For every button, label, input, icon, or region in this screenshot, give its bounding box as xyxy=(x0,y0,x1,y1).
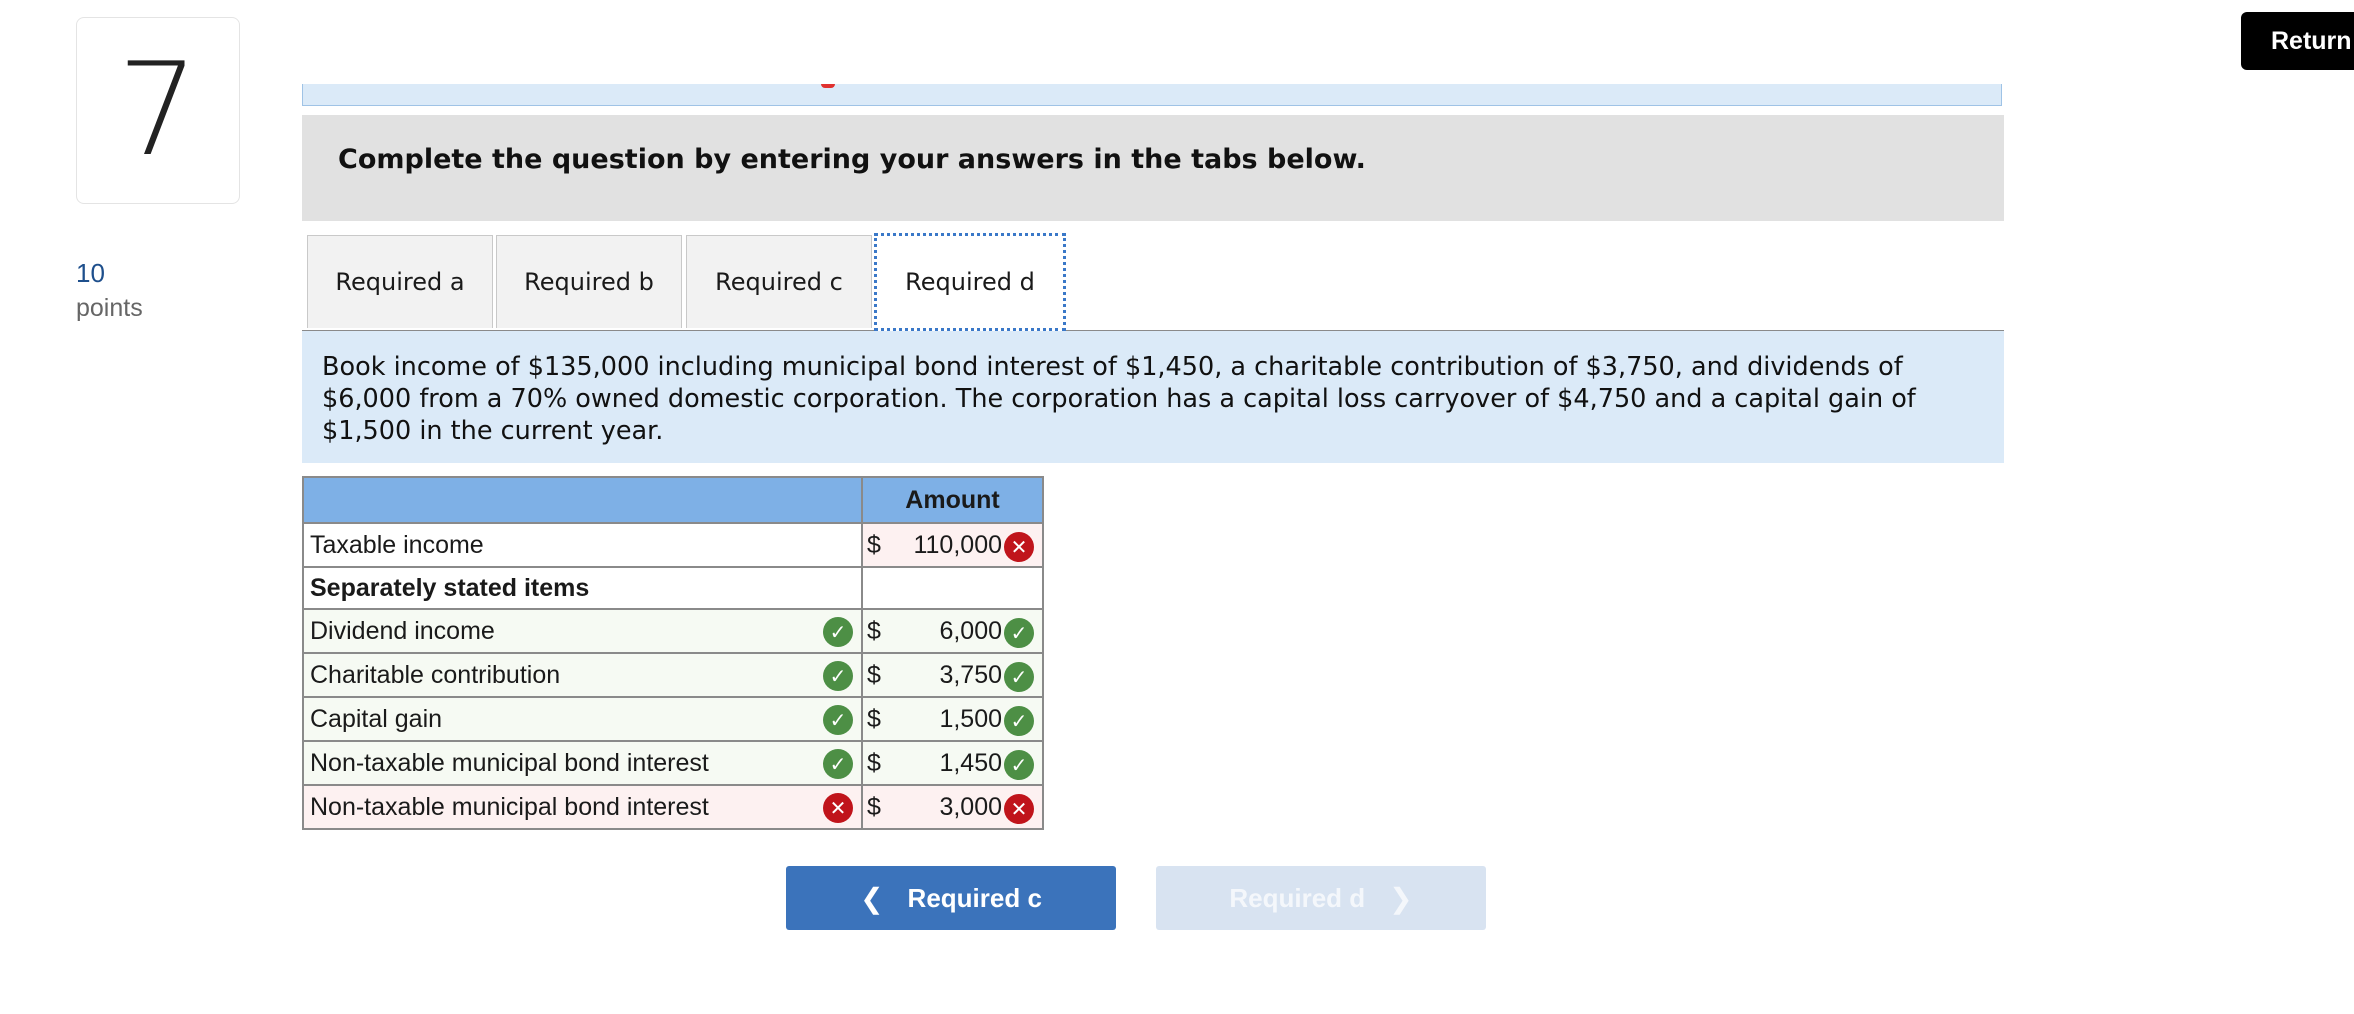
amount-column-header: Amount xyxy=(861,476,1044,524)
status-mark xyxy=(821,84,835,88)
correct-icon: ✓ xyxy=(1004,662,1034,692)
correct-icon: ✓ xyxy=(1004,750,1034,780)
item-label: Capital gain xyxy=(310,704,443,733)
correct-icon: ✓ xyxy=(1004,706,1034,736)
currency-symbol: $ xyxy=(867,616,881,645)
correct-icon: ✓ xyxy=(823,705,853,735)
amount-value: 3,750 xyxy=(939,660,1002,689)
currency-symbol: $ xyxy=(867,660,881,689)
item-amount-input[interactable]: $ 6,000 ✓ xyxy=(861,608,1044,654)
question-number-box: 7 xyxy=(76,17,240,204)
next-required-button[interactable]: Required d ❯ xyxy=(1156,866,1486,930)
amount-value: 1,450 xyxy=(939,748,1002,777)
question-number: 7 xyxy=(117,35,199,185)
chevron-left-icon: ❮ xyxy=(860,882,884,914)
currency-symbol: $ xyxy=(867,530,881,559)
correct-icon: ✓ xyxy=(823,749,853,779)
next-button-label: Required d xyxy=(1229,882,1366,913)
problem-description: Book income of $135,000 including munici… xyxy=(302,331,2004,463)
incorrect-icon: ✕ xyxy=(1004,532,1034,562)
item-label-dropdown[interactable]: Dividend income ✓ xyxy=(302,608,863,654)
currency-symbol: $ xyxy=(867,748,881,777)
answer-table: Amount Taxable income $ 110,000 ✕ Separa… xyxy=(302,476,1044,830)
item-label: Non-taxable municipal bond interest xyxy=(310,748,709,777)
item-label: Non-taxable municipal bond interest xyxy=(310,792,709,821)
item-amount-input[interactable]: $ 1,500 ✓ xyxy=(861,696,1044,742)
currency-symbol: $ xyxy=(867,792,881,821)
section-header: Separately stated items xyxy=(302,566,863,610)
item-label-dropdown[interactable]: Non-taxable municipal bond interest ✕ xyxy=(302,784,863,830)
correct-icon: ✓ xyxy=(823,617,853,647)
item-label: Dividend income xyxy=(310,616,495,645)
prev-required-button[interactable]: ❮ Required c xyxy=(786,866,1116,930)
item-label-dropdown[interactable]: Non-taxable municipal bond interest ✓ xyxy=(302,740,863,786)
label-column-header xyxy=(302,476,863,524)
taxable-income-label: Taxable income xyxy=(302,522,863,568)
amount-value: 1,500 xyxy=(939,704,1002,733)
prev-button-label: Required c xyxy=(907,882,1042,913)
incorrect-icon: ✕ xyxy=(823,793,853,823)
points-label: points xyxy=(76,294,143,322)
correct-icon: ✓ xyxy=(1004,618,1034,648)
currency-symbol: $ xyxy=(867,704,881,733)
taxable-income-amount[interactable]: $ 110,000 ✕ xyxy=(861,522,1044,568)
item-amount-input[interactable]: $ 3,000 ✕ xyxy=(861,784,1044,830)
tab-bar: Required a Required b Required c Require… xyxy=(302,233,2004,332)
tab-required-b[interactable]: Required b xyxy=(496,235,682,328)
tab-required-c[interactable]: Required c xyxy=(686,235,872,328)
instructions-text: Complete the question by entering your a… xyxy=(338,144,1366,175)
points-value: 10 xyxy=(76,258,105,288)
amount-value: 6,000 xyxy=(939,616,1002,645)
correct-icon: ✓ xyxy=(823,661,853,691)
amount-value: 3,000 xyxy=(939,792,1002,821)
item-label-dropdown[interactable]: Charitable contribution ✓ xyxy=(302,652,863,698)
tab-required-d[interactable]: Required d xyxy=(874,233,1066,331)
tab-required-a[interactable]: Required a xyxy=(307,235,493,328)
empty-cell xyxy=(861,566,1044,610)
return-button[interactable]: Return xyxy=(2241,12,2354,70)
chevron-right-icon: ❯ xyxy=(1389,882,1413,914)
item-amount-input[interactable]: $ 1,450 ✓ xyxy=(861,740,1044,786)
amount-value: 110,000 xyxy=(913,530,1002,559)
item-label: Charitable contribution xyxy=(310,660,561,689)
previous-section-strip xyxy=(302,84,2002,106)
incorrect-icon: ✕ xyxy=(1004,794,1034,824)
item-label-dropdown[interactable]: Capital gain ✓ xyxy=(302,696,863,742)
instructions-banner: Complete the question by entering your a… xyxy=(302,115,2004,221)
item-amount-input[interactable]: $ 3,750 ✓ xyxy=(861,652,1044,698)
